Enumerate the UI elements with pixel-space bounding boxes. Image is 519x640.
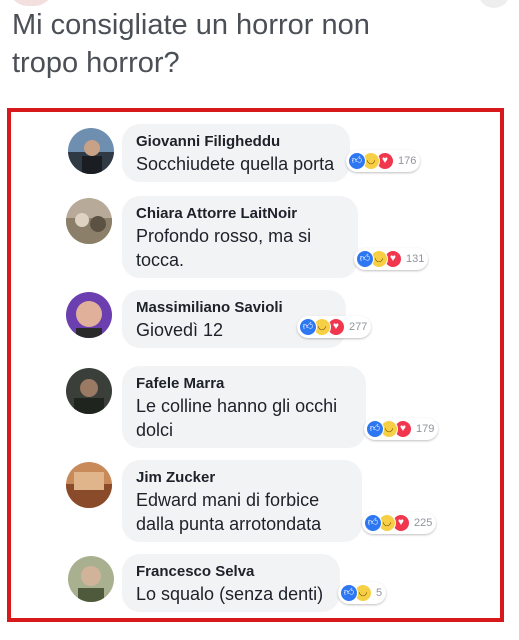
like-icon: 👍︎	[364, 514, 382, 532]
reactions-summary[interactable]: 👍︎ ◡ ♥ 277	[297, 316, 372, 338]
comment-text: Socchiudete quella porta	[136, 154, 335, 174]
comment-author[interactable]: Chiara Attorre LaitNoir	[136, 204, 344, 224]
avatar[interactable]	[66, 198, 112, 244]
reaction-count: 131	[406, 253, 425, 265]
reactions-summary[interactable]: 👍︎ ◡ ♥ 131	[354, 248, 429, 270]
like-icon: 👍︎	[356, 250, 374, 268]
comment-bubble: Chiara Attorre LaitNoir Profondo rosso, …	[122, 196, 358, 278]
like-icon: 👍︎	[366, 420, 384, 438]
comment-text: Edward mani di forbice	[136, 490, 320, 510]
reaction-count: 225	[414, 517, 433, 529]
avatar[interactable]	[68, 556, 114, 602]
comment-author[interactable]: Jim Zucker	[136, 468, 348, 488]
reactions-summary[interactable]: 👍︎ ◡ ♥ 225	[362, 512, 437, 534]
comment-text: Le colline hanno gli occhi	[136, 396, 338, 416]
post-text: Mi consigliate un horror non tropo horro…	[12, 6, 482, 82]
avatar[interactable]	[66, 292, 112, 338]
previous-element-edge	[478, 0, 510, 8]
reactions-summary[interactable]: 👍︎ ◡ ♥ 179	[364, 418, 439, 440]
comment-author[interactable]: Massimiliano Savioli	[136, 298, 332, 318]
comment-author[interactable]: Francesco Selva	[136, 562, 326, 582]
reactions-summary[interactable]: 👍︎ ◡ ♥ 176	[346, 150, 421, 172]
comment-author[interactable]: Giovanni Filigheddu	[136, 132, 336, 152]
reactions-summary[interactable]: 👍︎ ◡ 5	[338, 582, 387, 604]
comment-bubble: Francesco Selva Lo squalo (senza denti)	[122, 554, 340, 612]
avatar[interactable]	[68, 128, 114, 174]
like-icon: 👍︎	[340, 584, 358, 602]
like-icon: 👍︎	[299, 318, 317, 336]
comment-text: dolci	[136, 420, 174, 440]
post-text-line: Mi consigliate un horror non	[12, 9, 370, 41]
post-text-line: tropo horror?	[12, 47, 180, 79]
comments-highlight-box	[7, 108, 504, 622]
reaction-count: 179	[416, 423, 435, 435]
reaction-count: 277	[349, 321, 368, 333]
avatar[interactable]	[66, 462, 112, 508]
comment-text: dalla punta arrotondata	[136, 514, 322, 534]
comment-author[interactable]: Fafele Marra	[136, 374, 352, 394]
avatar[interactable]	[66, 368, 112, 414]
comment-text: tocca.	[136, 250, 185, 270]
reaction-count: 176	[398, 155, 417, 167]
comment-text: Lo squalo (senza denti)	[136, 584, 324, 604]
comment-bubble: Jim Zucker Edward mani di forbice dalla …	[122, 460, 362, 542]
comment-bubble: Giovanni Filigheddu Socchiudete quella p…	[122, 124, 350, 182]
like-icon: 👍︎	[348, 152, 366, 170]
comment-bubble: Fafele Marra Le colline hanno gli occhi …	[122, 366, 366, 448]
reaction-count: 5	[376, 587, 383, 599]
comment-text: Profondo rosso, ma si	[136, 226, 312, 246]
